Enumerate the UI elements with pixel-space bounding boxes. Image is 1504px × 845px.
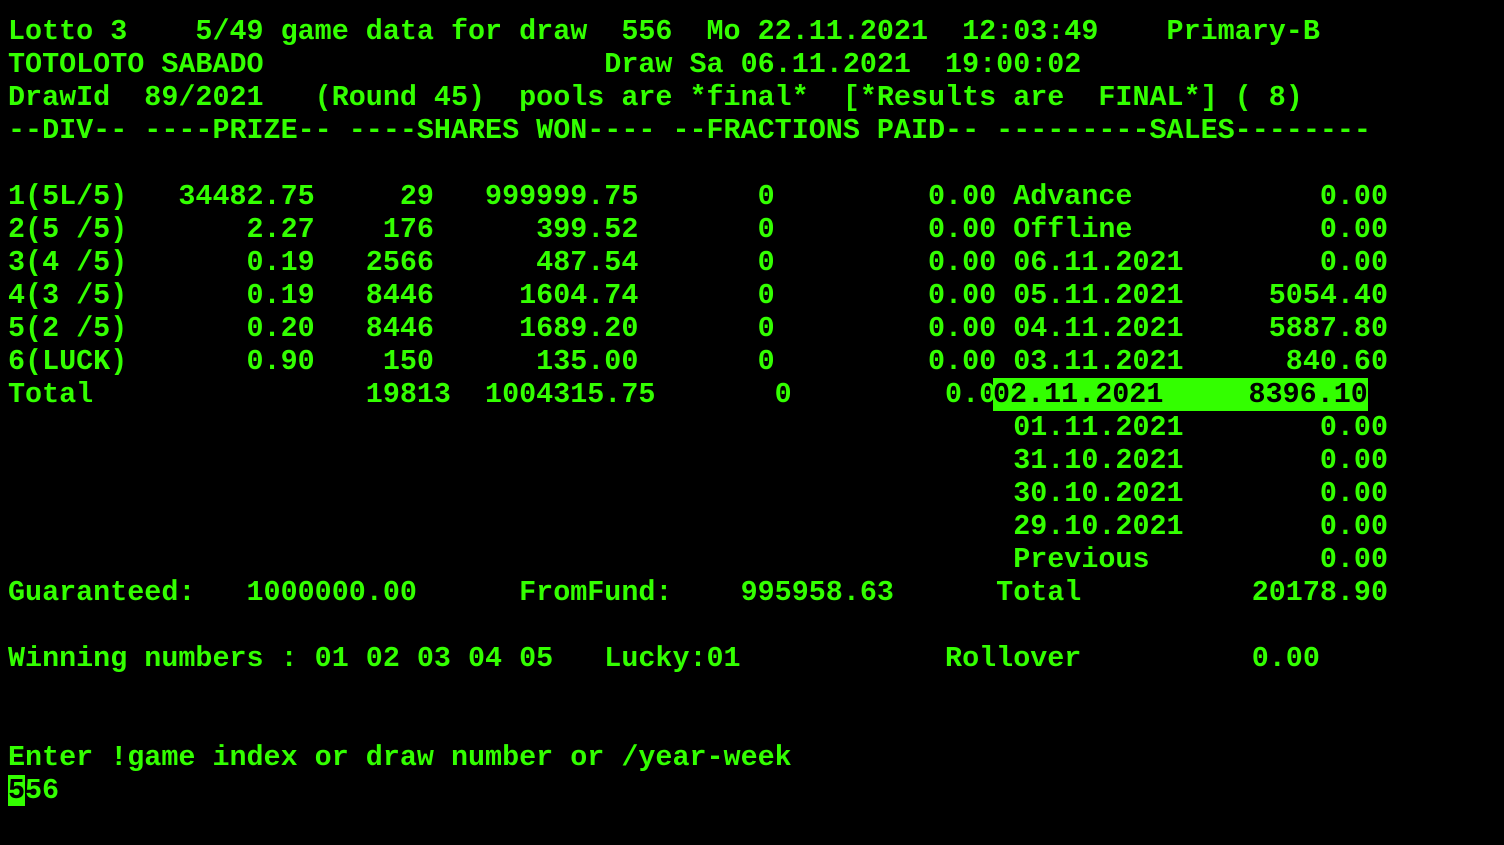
- input-prompt: Enter !game index or draw number or /yea…: [8, 741, 792, 774]
- sales-row: 29.10.2021 0.00: [8, 510, 1389, 543]
- selected-sales-row[interactable]: 02.11.2021 8396.10: [993, 378, 1368, 411]
- division-row-4: 4(3 /5) 0.19 8446 1604.74 0 0.00 05.11.2…: [8, 279, 1389, 312]
- header-line-1: Lotto 3 5/49 game data for draw 556 Mo 2…: [8, 15, 1320, 48]
- division-row-1: 1(5L/5) 34482.75 29 999999.75 0 0.00 Adv…: [8, 180, 1389, 213]
- terminal-screen[interactable]: Lotto 3 5/49 game data for draw 556 Mo 2…: [0, 0, 1504, 845]
- totals-line: Guaranteed: 1000000.00 FromFund: 995958.…: [8, 576, 1389, 609]
- division-total-row: Total 19813 1004315.75 0 0.00: [8, 378, 1031, 411]
- draw-number-input[interactable]: 56: [25, 774, 59, 807]
- sales-previous-row: Previous 0.00: [8, 543, 1389, 576]
- header-line-3: DrawId 89/2021 (Round 45) pools are *fin…: [8, 81, 1303, 114]
- input-cursor-char[interactable]: 5: [8, 774, 25, 807]
- division-row-5: 5(2 /5) 0.20 8446 1689.20 0 0.00 04.11.2…: [8, 312, 1389, 345]
- sales-row: 01.11.2021 0.00: [8, 411, 1389, 444]
- division-row-2: 2(5 /5) 2.27 176 399.52 0 0.00 Offline 0…: [8, 213, 1389, 246]
- sales-row: 31.10.2021 0.00: [8, 444, 1389, 477]
- division-row-6: 6(LUCK) 0.90 150 135.00 0 0.00 03.11.202…: [8, 345, 1389, 378]
- column-headers: --DIV-- ----PRIZE-- ----SHARES WON---- -…: [8, 114, 1371, 147]
- winning-numbers-line: Winning numbers : 01 02 03 04 05 Lucky:0…: [8, 642, 1320, 675]
- division-row-3: 3(4 /5) 0.19 2566 487.54 0 0.00 06.11.20…: [8, 246, 1389, 279]
- sales-row: 30.10.2021 0.00: [8, 477, 1389, 510]
- header-line-2: TOTOLOTO SABADO Draw Sa 06.11.2021 19:00…: [8, 48, 1082, 81]
